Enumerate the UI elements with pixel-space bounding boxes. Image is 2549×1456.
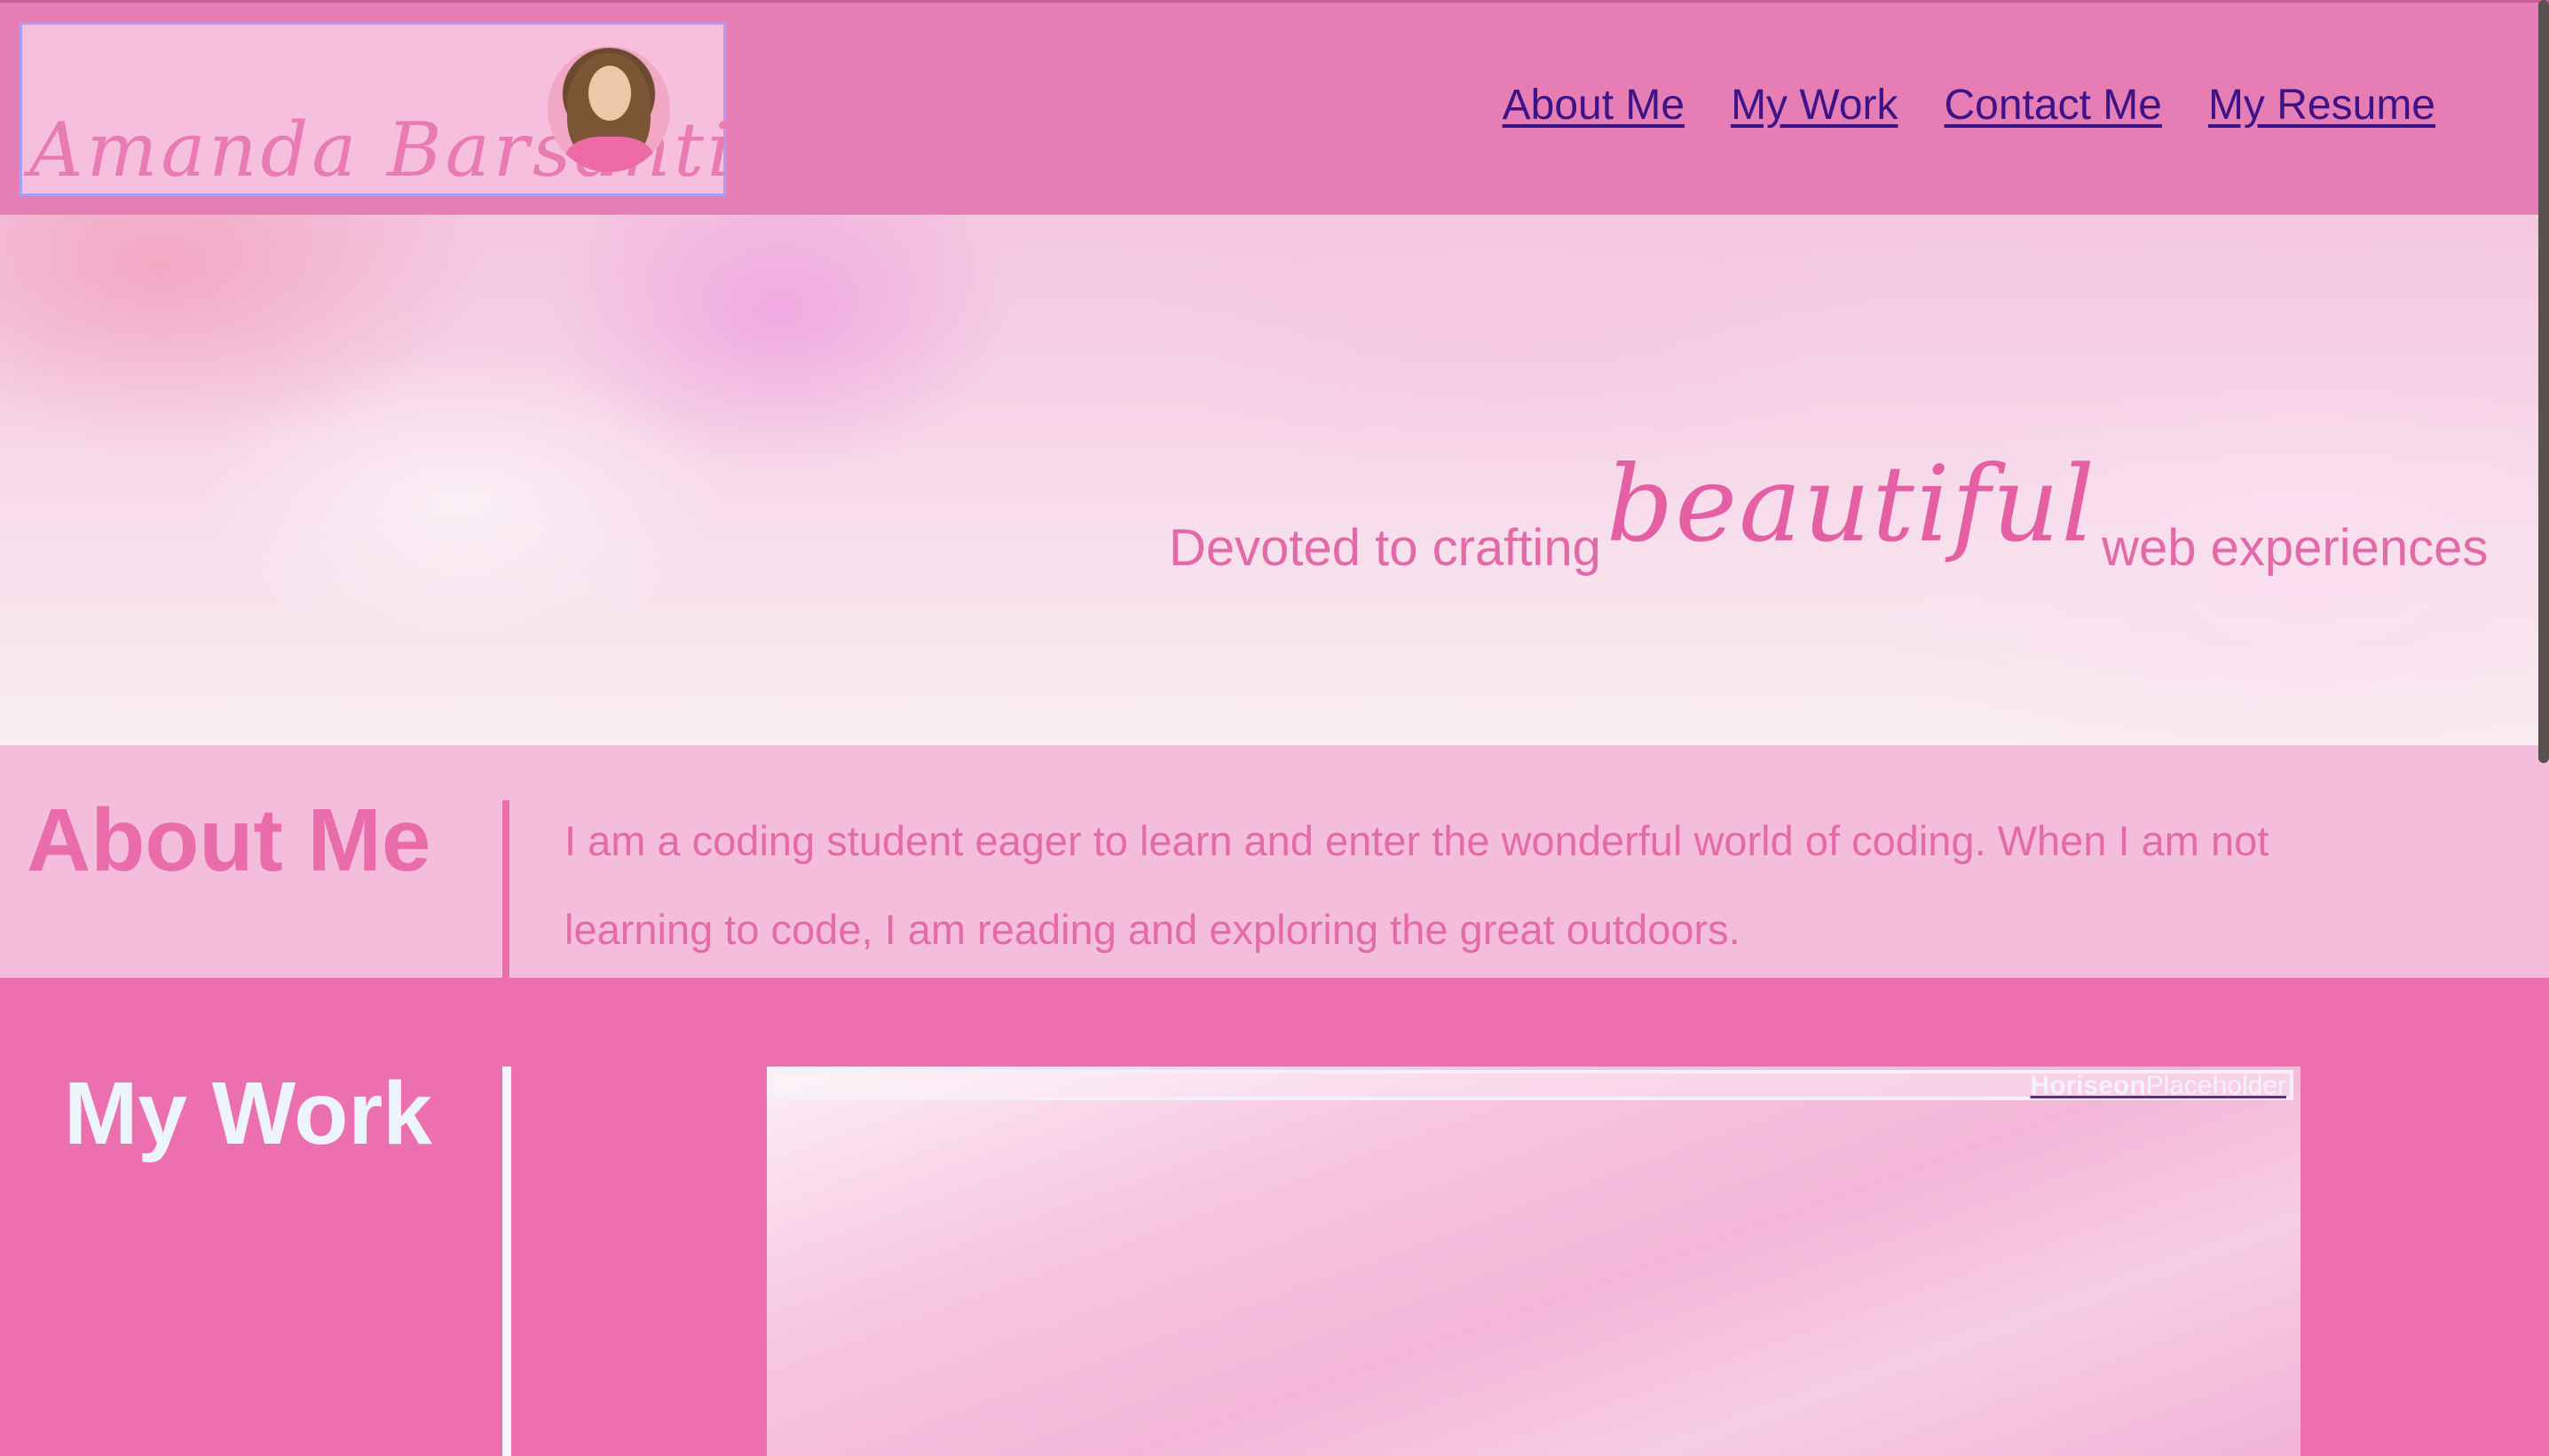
work-section: My Work HoriseonPlaceholder bbox=[0, 978, 2549, 1456]
main-nav: About Me My Work Contact Me My Resume bbox=[1503, 81, 2435, 130]
tagline-emphasis: beautiful bbox=[1606, 443, 2097, 565]
site-header: Amanda Barsanti About Me My Work Contact… bbox=[0, 0, 2549, 215]
project-label-subtitle[interactable]: Placeholder bbox=[2146, 1071, 2286, 1100]
nav-link-my-work[interactable]: My Work bbox=[1731, 81, 1898, 130]
page-scrollbar[interactable] bbox=[2538, 0, 2549, 763]
hero-tagline: Devoted to crafting beautiful web experi… bbox=[1169, 443, 2489, 590]
nav-link-my-resume[interactable]: My Resume bbox=[2208, 81, 2435, 130]
nav-link-contact-me[interactable]: Contact Me bbox=[1945, 81, 2162, 130]
tagline-start: Devoted to crafting bbox=[1169, 519, 1601, 577]
about-text: I am a coding student eager to learn and… bbox=[564, 817, 2269, 953]
about-title: About Me bbox=[27, 791, 431, 890]
profile-photo bbox=[548, 46, 670, 172]
work-title: My Work bbox=[64, 1064, 432, 1163]
about-divider bbox=[502, 800, 509, 978]
nav-link-about-me[interactable]: About Me bbox=[1503, 81, 1685, 130]
work-divider bbox=[502, 1066, 511, 1456]
hero-banner: Devoted to crafting beautiful web experi… bbox=[0, 215, 2549, 745]
tagline-end: web experiences bbox=[2102, 519, 2489, 577]
project-card-horiseon[interactable]: HoriseonPlaceholder bbox=[767, 1066, 2300, 1456]
project-label-title[interactable]: Horiseon bbox=[2031, 1071, 2146, 1100]
brand-logo[interactable]: Amanda Barsanti bbox=[20, 22, 731, 196]
project-label[interactable]: HoriseonPlaceholder bbox=[770, 1070, 2293, 1100]
about-section: About Me I am a coding student eager to … bbox=[0, 745, 2549, 978]
